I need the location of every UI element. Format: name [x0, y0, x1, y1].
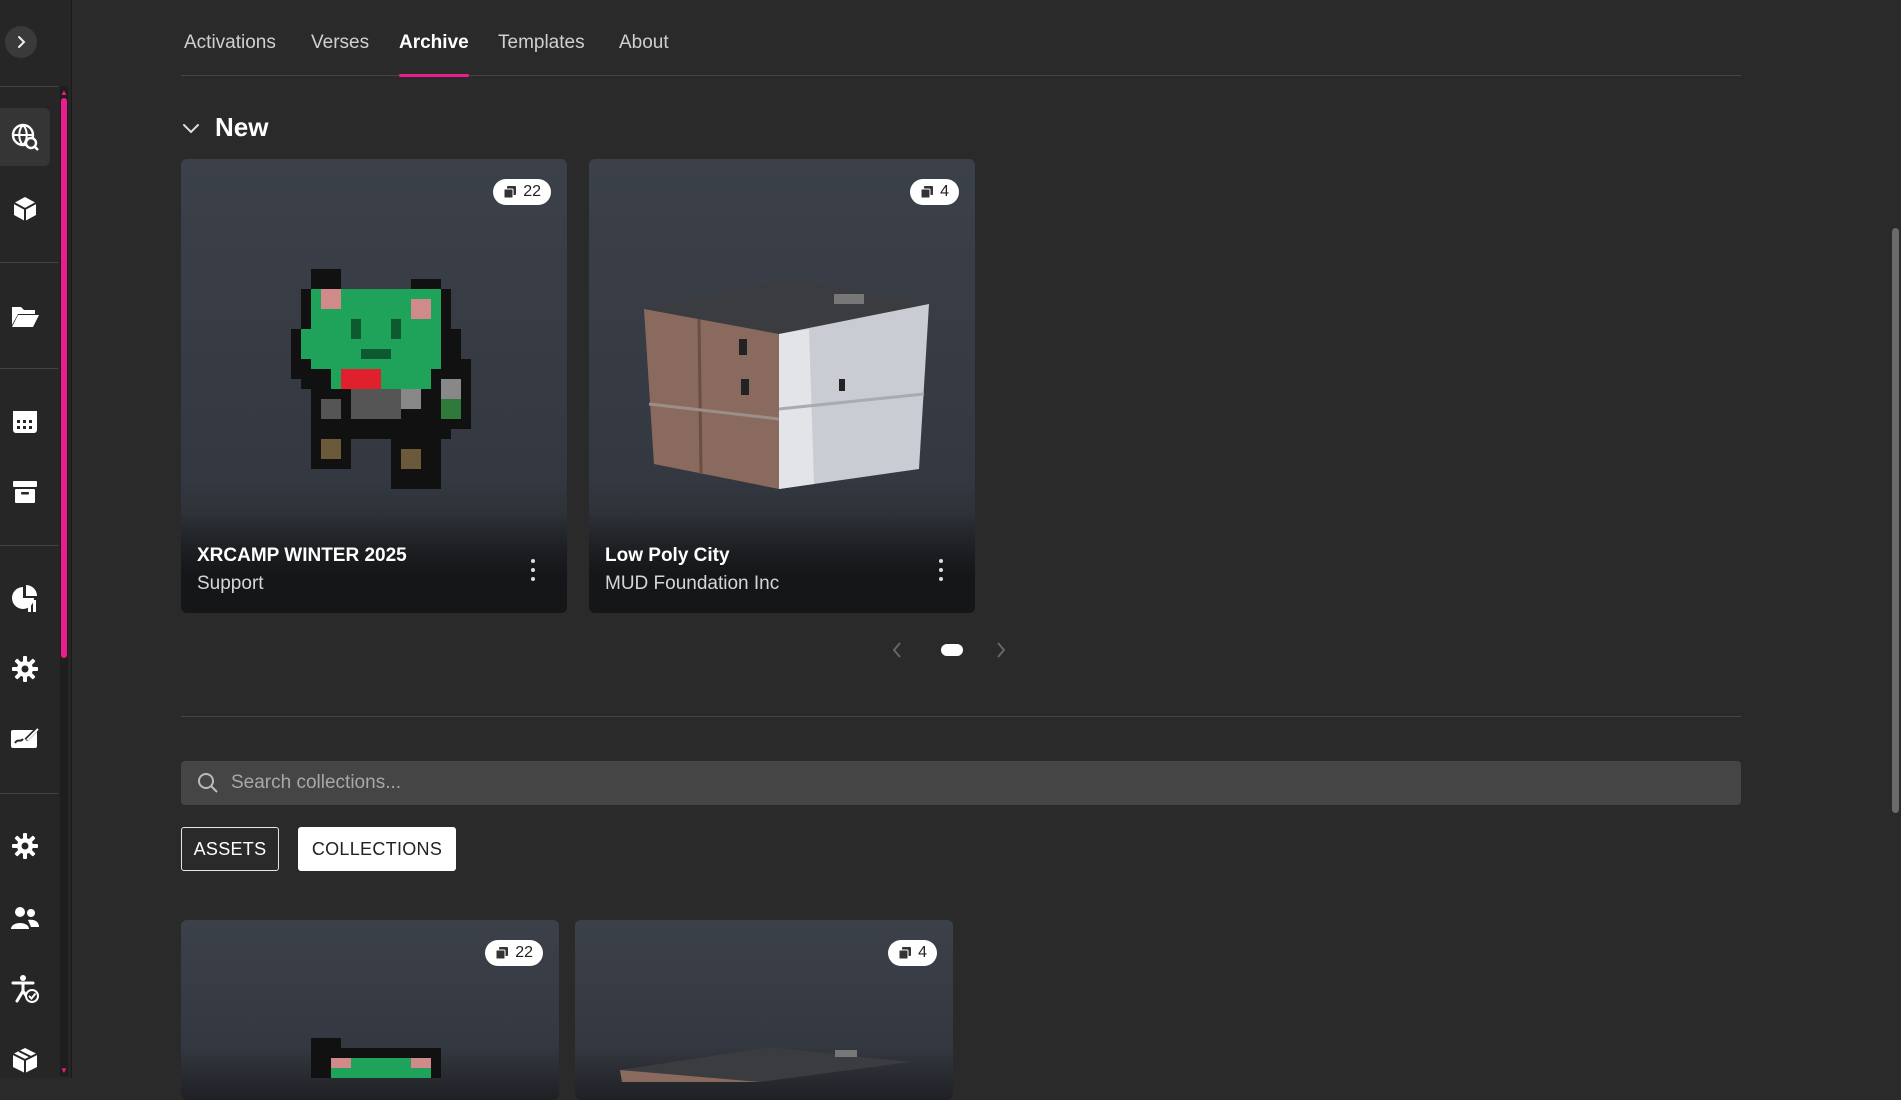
more-vertical-icon[interactable]: [529, 559, 537, 581]
card-title: XRCAMP WINTER 2025: [197, 545, 407, 566]
page-scrollbar-thumb[interactable]: [1892, 228, 1899, 813]
item-count-badge: 22: [493, 179, 551, 205]
section-title: New: [215, 112, 269, 142]
sidebar-item-users[interactable]: [0, 889, 50, 947]
collection-card[interactable]: 22: [181, 920, 559, 1100]
sidebar-scrollbar-thumb[interactable]: [61, 98, 67, 658]
tab-activations[interactable]: Activations: [184, 32, 276, 76]
main-content: Activations Verses Archive Templates Abo…: [73, 0, 1889, 1100]
card-subtitle: MUD Foundation Inc: [605, 573, 780, 594]
more-vertical-icon[interactable]: [937, 559, 945, 581]
carousel-indicator[interactable]: [941, 644, 963, 656]
cube-icon: [13, 197, 37, 221]
scroll-up-icon[interactable]: ▲: [60, 88, 68, 98]
chevron-right-icon: [18, 36, 26, 48]
sidebar-expand-button[interactable]: [5, 26, 37, 58]
calendar-icon: [13, 411, 37, 433]
sidebar-item-assets[interactable]: [0, 180, 50, 238]
gear-icon: [12, 656, 38, 682]
package-icon: [12, 1048, 38, 1073]
section-divider: [181, 716, 1741, 717]
collection-card[interactable]: 4: [575, 920, 953, 1100]
building-thumbnail: [620, 1047, 910, 1082]
sidebar-item-settings[interactable]: [0, 640, 50, 698]
sidebar-item-packages[interactable]: [0, 1031, 50, 1089]
section-header[interactable]: New: [181, 112, 268, 143]
chevron-down-icon[interactable]: [181, 118, 201, 138]
gear-icon: [12, 833, 38, 859]
chevron-left-icon[interactable]: [890, 641, 904, 659]
users-icon: [11, 907, 39, 929]
item-count-badge: 22: [485, 940, 543, 966]
tab-templates[interactable]: Templates: [498, 32, 585, 76]
chart-pie-icon: [12, 585, 37, 612]
archive-box-icon: [13, 481, 37, 503]
tab-verses[interactable]: Verses: [311, 32, 369, 76]
sidebar-item-licenses[interactable]: [0, 710, 50, 768]
chevron-right-icon[interactable]: [994, 641, 1008, 659]
search-input[interactable]: [231, 772, 1631, 794]
sidebar-item-calendar[interactable]: [0, 392, 50, 450]
tab-bar: Activations Verses Archive Templates Abo…: [181, 0, 1741, 77]
pixel-cat-thumbnail: [311, 1038, 441, 1078]
stack-icon: [495, 947, 509, 960]
sidebar: ▲ ▼: [0, 0, 72, 1078]
page-scrollbar[interactable]: [1889, 0, 1901, 1078]
scroll-down-icon[interactable]: ▼: [60, 1066, 68, 1076]
globe-search-icon: [11, 123, 39, 151]
sidebar-item-explore[interactable]: [0, 108, 50, 166]
sidebar-item-accessibility[interactable]: [0, 960, 50, 1018]
collections-filter-button[interactable]: COLLECTIONS: [298, 827, 456, 871]
pixel-cat-thumbnail: [291, 269, 471, 489]
collection-card[interactable]: 22 XRCAMP WINTER 2025 Support: [181, 159, 567, 613]
signature-card-icon: [11, 727, 39, 748]
sidebar-item-analytics[interactable]: [0, 570, 50, 628]
sidebar-item-archive[interactable]: [0, 463, 50, 521]
card-title: Low Poly City: [605, 545, 730, 566]
folder-open-icon: [12, 307, 39, 327]
search-bar[interactable]: [181, 761, 1741, 805]
search-icon: [198, 773, 218, 793]
assets-filter-button[interactable]: ASSETS: [181, 827, 279, 871]
tab-archive[interactable]: Archive: [399, 32, 469, 77]
stack-icon: [503, 186, 517, 199]
item-count-badge: 4: [888, 940, 937, 966]
tab-about[interactable]: About: [619, 32, 669, 76]
sidebar-item-admin-settings[interactable]: [0, 817, 50, 875]
collection-card[interactable]: 4 Low Poly City MUD Foundation Inc: [589, 159, 975, 613]
sidebar-item-files[interactable]: [0, 287, 50, 345]
building-thumbnail: [644, 279, 929, 489]
item-count-badge: 4: [910, 179, 959, 205]
person-check-icon: [11, 975, 39, 1003]
stack-icon: [898, 947, 912, 960]
stack-icon: [920, 186, 934, 199]
card-subtitle: Support: [197, 573, 264, 594]
